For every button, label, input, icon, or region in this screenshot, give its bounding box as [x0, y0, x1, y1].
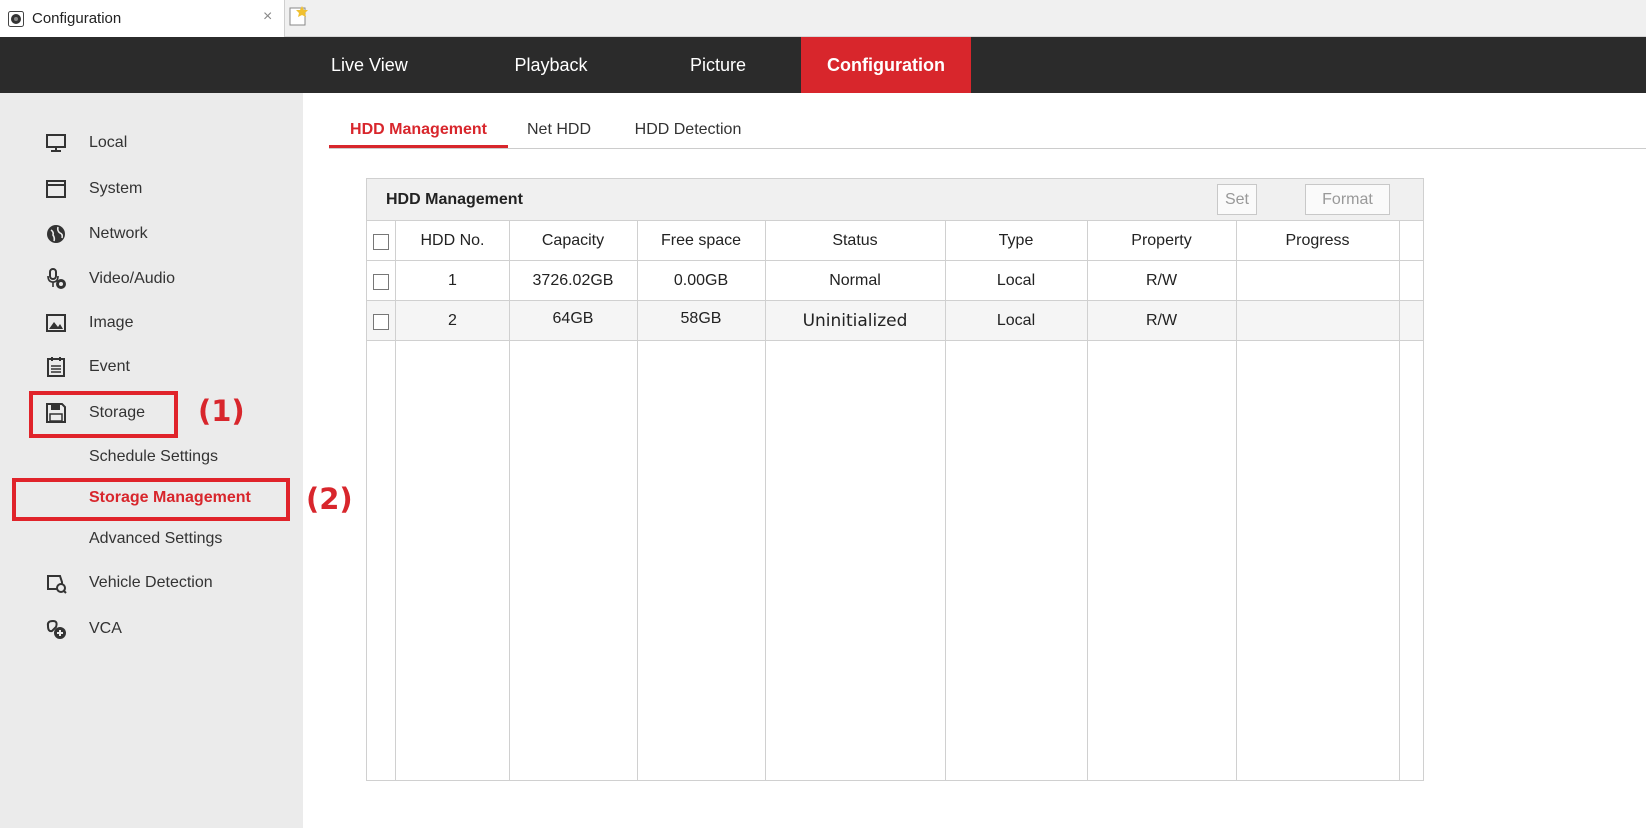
camera-lens-icon: [8, 10, 24, 27]
monitor-icon: [46, 134, 66, 152]
nav-playback[interactable]: Playback: [496, 37, 606, 93]
property-cell: R/W: [1145, 272, 1178, 289]
select-all-checkbox[interactable]: [373, 234, 389, 250]
row-checkbox[interactable]: [373, 314, 389, 330]
hdd-no-cell: 1: [448, 272, 457, 289]
nav-picture[interactable]: Picture: [668, 37, 768, 93]
column-divider: [1087, 221, 1088, 781]
column-header: Property: [1131, 232, 1192, 249]
column-header: HDD No.: [420, 232, 485, 249]
sidebar-item-label: Event: [89, 358, 130, 375]
free-space-cell: 0.00GB: [673, 272, 729, 289]
sidebar-item-label: Vehicle Detection: [89, 574, 213, 591]
sidebar-item-label: Image: [89, 314, 134, 331]
column-divider: [509, 221, 510, 781]
sidebar-item-label: Local: [89, 134, 128, 151]
hdd-management-panel: HDD Management Set Format HDD No. Capaci…: [366, 178, 1424, 781]
nav-live-view[interactable]: Live View: [331, 37, 421, 93]
nav-configuration[interactable]: Configuration: [801, 37, 971, 93]
free-space-cell: 58GB: [680, 310, 722, 327]
hdd-no-cell: 2: [448, 312, 457, 329]
progress-cell: [1236, 261, 1399, 301]
browser-tab[interactable]: Configuration ×: [0, 0, 285, 37]
column-header: Status: [832, 232, 878, 249]
set-button[interactable]: Set: [1217, 184, 1257, 215]
sidebar-item-video-audio[interactable]: Video/Audio: [0, 259, 303, 299]
status-cell: Uninitialized: [802, 311, 908, 331]
type-cell: Local: [996, 272, 1036, 289]
annotation-label-step1: (1): [198, 394, 245, 428]
format-button[interactable]: Format: [1305, 184, 1390, 215]
annotation-box-storage: [29, 391, 178, 438]
globe-icon: [47, 225, 65, 243]
calendar-icon: [47, 357, 65, 377]
annotation-box-storage-management: [12, 478, 290, 521]
column-divider: [1236, 221, 1237, 781]
sidebar-item-label: Network: [89, 225, 148, 242]
new-tab-icon[interactable]: [287, 5, 309, 27]
type-cell: Local: [996, 312, 1036, 329]
column-divider: [395, 221, 396, 781]
panel-header: HDD Management Set Format: [367, 179, 1423, 221]
sidebar-item-label: Video/Audio: [89, 270, 175, 287]
close-icon[interactable]: ×: [263, 8, 272, 26]
browser-tab-title: Configuration: [32, 10, 122, 27]
sidebar-subitem-advanced-settings[interactable]: Advanced Settings: [89, 530, 222, 548]
microphone-icon: [47, 268, 66, 289]
sidebar-item-local[interactable]: Local: [0, 123, 303, 163]
sidebar-item-label: VCA: [89, 620, 122, 637]
hdd-table: HDD No. Capacity Free space Status Type …: [367, 221, 1423, 781]
column-header: Progress: [1285, 232, 1350, 249]
table-row[interactable]: 2 64GB 58GB Uninitialized Local R/W: [367, 301, 1423, 341]
browser-tab-strip: Configuration ×: [0, 0, 1646, 37]
sidebar-item-vehicle-detection[interactable]: Vehicle Detection: [0, 563, 303, 603]
window-icon: [46, 180, 66, 198]
column-divider: [637, 221, 638, 781]
sidebar-item-network[interactable]: Network: [0, 214, 303, 254]
panel-title: HDD Management: [386, 191, 523, 208]
table-header-row: HDD No. Capacity Free space Status Type …: [367, 221, 1423, 261]
column-divider: [1399, 221, 1400, 781]
sidebar: Local System Network Video/Audio Image E…: [0, 93, 303, 828]
sidebar-item-label: System: [89, 180, 143, 197]
progress-cell: [1236, 301, 1399, 341]
tab-net-hdd[interactable]: Net HDD: [519, 112, 599, 148]
column-header: Capacity: [541, 232, 605, 249]
capacity-cell: 64GB: [552, 310, 594, 327]
sidebar-item-image[interactable]: Image: [0, 303, 303, 343]
status-cell: Normal: [829, 272, 881, 289]
column-header: Free space: [660, 232, 742, 249]
sidebar-item-vca[interactable]: VCA: [0, 609, 303, 649]
vca-icon: [46, 619, 66, 639]
vehicle-search-icon: [47, 575, 67, 594]
sidebar-subitem-schedule-settings[interactable]: Schedule Settings: [89, 448, 218, 466]
sidebar-item-system[interactable]: System: [0, 169, 303, 209]
table-row[interactable]: 1 3726.02GB 0.00GB Normal Local R/W: [367, 261, 1423, 301]
property-cell: R/W: [1145, 312, 1178, 329]
capacity-cell: 3726.02GB: [532, 272, 614, 289]
sub-tab-bar: HDD Management Net HDD HDD Detection: [329, 112, 1646, 149]
tab-hdd-detection[interactable]: HDD Detection: [618, 112, 758, 148]
row-checkbox[interactable]: [373, 274, 389, 290]
sidebar-item-event[interactable]: Event: [0, 347, 303, 387]
column-header: Type: [998, 232, 1034, 249]
column-divider: [765, 221, 766, 781]
main-nav-bar: Live View Playback Picture Configuration: [0, 37, 1646, 93]
annotation-label-step2: (2): [306, 482, 353, 516]
tab-hdd-management[interactable]: HDD Management: [329, 112, 508, 148]
column-divider: [945, 221, 946, 781]
image-icon: [46, 314, 66, 332]
